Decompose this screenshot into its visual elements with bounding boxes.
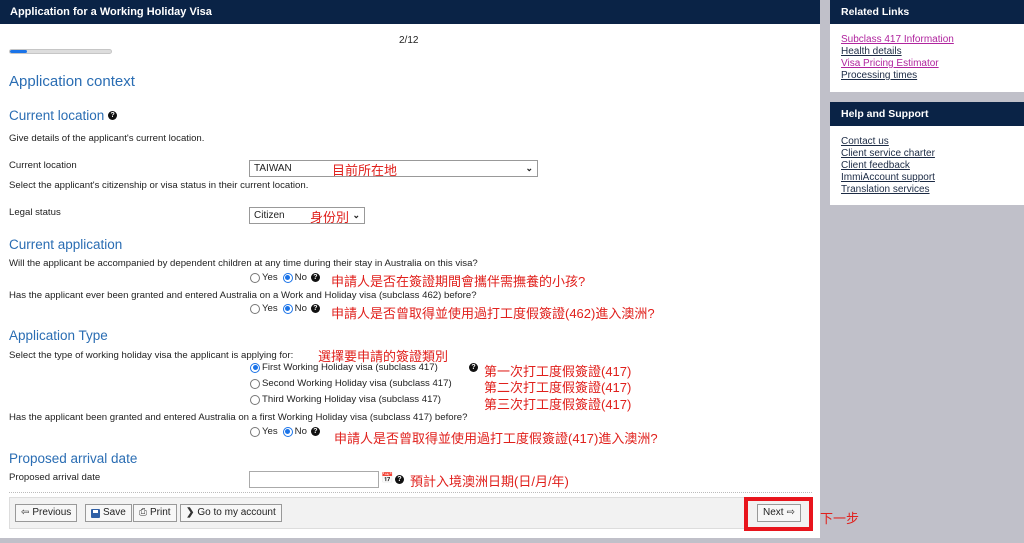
chevron-down-icon: ⌄ bbox=[352, 210, 360, 220]
current-location-value: TAIWAN bbox=[254, 163, 292, 174]
print-button[interactable]: ⎙ Print bbox=[133, 504, 177, 522]
main-panel: Application for a Working Holiday Visa 2… bbox=[0, 0, 820, 538]
subclass-462-radio-group: Yes No ? bbox=[250, 303, 320, 314]
current-location-label: Current location bbox=[9, 160, 77, 171]
radio-yes-label: Yes bbox=[262, 426, 278, 437]
radio-first-visa[interactable] bbox=[250, 362, 260, 373]
account-label: Go to my account bbox=[197, 507, 276, 518]
chevron-right-icon: ❯ bbox=[186, 507, 195, 518]
prior-417-radio-group: Yes No ? bbox=[250, 426, 320, 437]
link-visa-pricing-estimator[interactable]: Visa Pricing Estimator bbox=[841, 58, 1013, 70]
related-links-panel: Related Links Subclass 417 Information H… bbox=[830, 0, 1024, 92]
section-title-text: Current location bbox=[9, 108, 105, 123]
arrival-date-annotation: 預計入境澳洲日期(日/月/年) bbox=[410, 474, 569, 489]
help-support-panel: Help and Support Contact us Client servi… bbox=[830, 102, 1024, 205]
third-visa-annotation: 第三次打工度假簽證(417) bbox=[484, 397, 632, 412]
next-annotation: 下一步 bbox=[820, 511, 860, 526]
prior-417-annotation: 申請人是否曾取得並使用過打工度假簽證(417)進入澳洲? bbox=[334, 431, 658, 446]
calendar-icon[interactable]: 📅 bbox=[381, 473, 393, 484]
radio-no[interactable] bbox=[282, 272, 293, 283]
help-icon[interactable]: ? bbox=[310, 427, 320, 436]
arrow-left-icon: ⇦ bbox=[21, 507, 30, 518]
status-hint: Select the applicant's citizenship or vi… bbox=[9, 180, 309, 191]
help-icon[interactable]: ? bbox=[108, 111, 118, 120]
radio-no-label: No bbox=[294, 426, 307, 437]
legal-status-annotation: 身份別 bbox=[310, 210, 350, 225]
app-header: Application for a Working Holiday Visa bbox=[0, 0, 820, 24]
section-title-current-location: Current location ? bbox=[9, 108, 118, 123]
step-counter: 2/12 bbox=[399, 35, 419, 46]
next-button[interactable]: Next ⇨ bbox=[757, 504, 801, 522]
related-links-title: Related Links bbox=[830, 0, 1024, 24]
visa-type-prompt: Select the type of working holiday visa … bbox=[9, 350, 294, 361]
previous-label: Previous bbox=[32, 507, 72, 518]
visa-option-third[interactable]: Third Working Holiday visa (subclass 417… bbox=[250, 394, 441, 405]
save-label: Save bbox=[103, 507, 126, 518]
print-label: Print bbox=[150, 507, 171, 518]
link-client-service-charter[interactable]: Client service charter bbox=[841, 148, 1013, 160]
radio-yes-label: Yes bbox=[262, 272, 278, 283]
help-icon[interactable]: ? bbox=[310, 273, 320, 282]
save-icon bbox=[91, 508, 100, 518]
visa-option-label: First Working Holiday visa (subclass 417… bbox=[262, 362, 438, 373]
arrow-right-icon: ⇨ bbox=[786, 507, 795, 518]
footer-toolbar: ⇦ Previous Save ⎙ Print ❯ Go to my accou… bbox=[9, 497, 812, 529]
location-intro: Give details of the applicant's current … bbox=[9, 133, 205, 144]
section-title-application-type: Application Type bbox=[9, 328, 108, 343]
link-health-details[interactable]: Health details bbox=[841, 46, 1013, 58]
subclass-462-annotation: 申請人是否曾取得並使用過打工度假簽證(462)進入澳洲? bbox=[331, 306, 655, 321]
link-contact-us[interactable]: Contact us bbox=[841, 136, 1013, 148]
radio-yes[interactable] bbox=[250, 303, 260, 314]
visa-option-first[interactable]: First Working Holiday visa (subclass 417… bbox=[250, 362, 438, 373]
subclass-462-question: Has the applicant ever been granted and … bbox=[9, 290, 477, 301]
save-button[interactable]: Save bbox=[85, 504, 132, 522]
related-links-list: Subclass 417 Information Health details … bbox=[830, 24, 1024, 82]
help-icon[interactable]: ? bbox=[310, 304, 320, 313]
radio-yes[interactable] bbox=[250, 272, 260, 283]
link-subclass-417-info[interactable]: Subclass 417 Information bbox=[841, 34, 1013, 46]
divider bbox=[9, 492, 812, 493]
section-title-arrival: Proposed arrival date bbox=[9, 451, 138, 466]
next-label: Next bbox=[763, 507, 784, 518]
page-title: Application context bbox=[9, 73, 135, 90]
chevron-down-icon: ⌄ bbox=[525, 163, 533, 173]
link-immiaccount-support[interactable]: ImmiAccount support bbox=[841, 172, 1013, 184]
radio-second-visa[interactable] bbox=[250, 378, 260, 389]
link-client-feedback[interactable]: Client feedback bbox=[841, 160, 1013, 172]
arrival-date-label: Proposed arrival date bbox=[9, 472, 101, 483]
dependent-children-radio-group: Yes No ? bbox=[250, 272, 320, 283]
arrival-date-input[interactable] bbox=[249, 471, 379, 488]
progress-bar bbox=[9, 49, 112, 54]
help-support-list: Contact us Client service charter Client… bbox=[830, 126, 1024, 196]
radio-third-visa[interactable] bbox=[250, 394, 260, 405]
help-support-title: Help and Support bbox=[830, 102, 1024, 126]
legal-status-value: Citizen bbox=[254, 210, 285, 221]
radio-no-label: No bbox=[294, 303, 307, 314]
radio-yes-label: Yes bbox=[262, 303, 278, 314]
visa-option-label: Third Working Holiday visa (subclass 417… bbox=[262, 394, 441, 405]
visa-option-label: Second Working Holiday visa (subclass 41… bbox=[262, 378, 452, 389]
link-translation-services[interactable]: Translation services bbox=[841, 184, 1013, 196]
legal-status-label: Legal status bbox=[9, 207, 61, 218]
radio-no-label: No bbox=[294, 272, 307, 283]
radio-yes[interactable] bbox=[250, 426, 260, 437]
visa-option-second[interactable]: Second Working Holiday visa (subclass 41… bbox=[250, 378, 452, 389]
help-icon[interactable]: ? bbox=[395, 475, 404, 484]
radio-no[interactable] bbox=[282, 303, 293, 314]
help-icon[interactable]: ? bbox=[469, 363, 478, 372]
section-title-current-application: Current application bbox=[9, 237, 123, 252]
dependent-children-question: Will the applicant be accompanied by dep… bbox=[9, 258, 478, 269]
progress-fill bbox=[10, 50, 27, 53]
dependent-children-annotation: 申請人是否在簽證期間會攜伴需撫養的小孩? bbox=[331, 274, 586, 289]
location-annotation: 目前所在地 bbox=[332, 163, 398, 178]
print-icon: ⎙ bbox=[139, 507, 147, 518]
radio-no[interactable] bbox=[282, 426, 293, 437]
previous-button[interactable]: ⇦ Previous bbox=[15, 504, 78, 522]
link-processing-times[interactable]: Processing times bbox=[841, 70, 1013, 82]
go-to-account-button[interactable]: ❯ Go to my account bbox=[180, 504, 282, 522]
prior-417-question: Has the applicant been granted and enter… bbox=[9, 412, 468, 423]
